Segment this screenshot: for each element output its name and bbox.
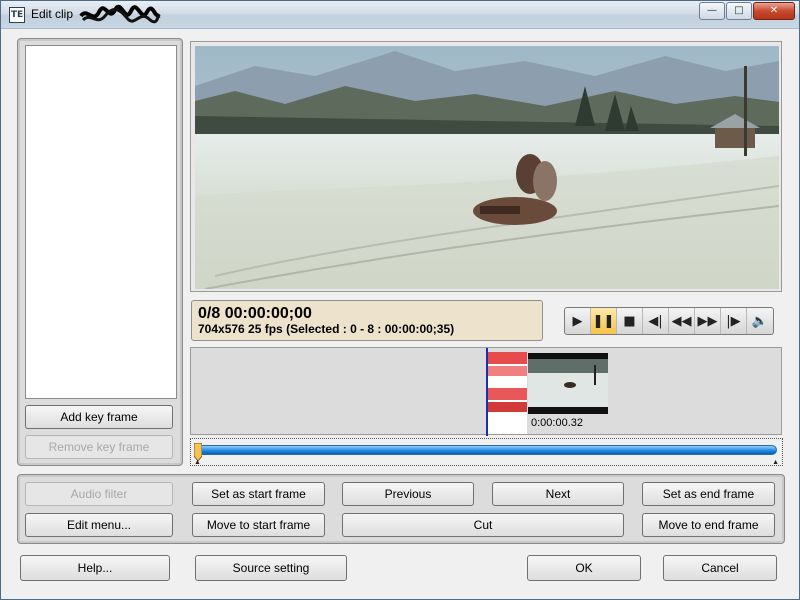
frame-position-timecode: 0/8 00:00:00;00 — [198, 305, 312, 322]
redacted-scribble-icon — [79, 4, 161, 24]
audio-filter-button: Audio filter — [25, 482, 173, 506]
edit-buttons-panel: Audio filter Edit menu... Set as start f… — [17, 474, 785, 544]
set-as-start-frame-button[interactable]: Set as start frame — [192, 482, 325, 506]
close-button[interactable]: ✕ — [753, 2, 795, 20]
cancel-button[interactable]: Cancel — [663, 555, 777, 581]
clip-start-thumbnail — [487, 352, 527, 434]
clip-timeline[interactable]: 0:00:00.32 — [190, 347, 782, 436]
scrubber-track[interactable] — [197, 445, 777, 455]
previous-frame-icon[interactable]: ◀| — [643, 308, 669, 334]
frame-info-box: 0/8 00:00:00;00 704x576 25 fps (Selected… — [191, 300, 543, 341]
clip-duration-label: 0:00:00.32 — [531, 417, 583, 429]
volume-icon[interactable]: 🔈 — [747, 308, 773, 334]
set-as-end-frame-button[interactable]: Set as end frame — [642, 482, 775, 506]
edit-menu-button[interactable]: Edit menu... — [25, 513, 173, 537]
timeline-playhead[interactable] — [486, 348, 488, 436]
keyframe-list[interactable] — [25, 45, 177, 399]
edit-clip-window: TE Edit clip — □ ✕ Add key frame Remove … — [0, 0, 800, 600]
remove-key-frame-button: Remove key frame — [25, 435, 173, 459]
video-frame-image — [195, 46, 779, 289]
pause-icon[interactable]: ❚❚ — [591, 308, 617, 334]
move-to-start-frame-button[interactable]: Move to start frame — [192, 513, 325, 537]
previous-button[interactable]: Previous — [342, 482, 474, 506]
move-to-end-frame-button[interactable]: Move to end frame — [642, 513, 775, 537]
transport-controls: ▶ ❚❚ ■ ◀| ◀◀ ▶▶ |▶ 🔈 — [564, 307, 774, 335]
next-button[interactable]: Next — [492, 482, 624, 506]
help-button[interactable]: Help... — [20, 555, 170, 581]
next-frame-icon[interactable]: |▶ — [721, 308, 747, 334]
video-format-selection: 704x576 25 fps (Selected : 0 - 8 : 00:00… — [198, 322, 455, 336]
keyframe-panel: Add key frame Remove key frame — [17, 38, 183, 466]
play-icon[interactable]: ▶ — [565, 308, 591, 334]
rewind-icon[interactable]: ◀◀ — [669, 308, 695, 334]
window-title: Edit clip — [31, 7, 74, 21]
scrubber-end-marker-icon: ▲ — [772, 459, 779, 466]
maximize-button[interactable]: □ — [726, 2, 752, 20]
stop-icon[interactable]: ■ — [617, 308, 643, 334]
title-bar[interactable]: TE Edit clip — □ ✕ — [1, 1, 799, 29]
source-setting-button[interactable]: Source setting — [195, 555, 347, 581]
position-scrubber[interactable]: ▲ ▲ — [190, 438, 783, 466]
minimize-button[interactable]: — — [699, 2, 725, 20]
app-icon: TE — [9, 7, 25, 23]
video-preview[interactable] — [190, 41, 782, 292]
fast-forward-icon[interactable]: ▶▶ — [695, 308, 721, 334]
cut-button[interactable]: Cut — [342, 513, 624, 537]
add-key-frame-button[interactable]: Add key frame — [25, 405, 173, 429]
ok-button[interactable]: OK — [527, 555, 641, 581]
clip-thumbnail[interactable] — [528, 353, 608, 414]
scrubber-start-marker-icon: ▲ — [194, 459, 201, 466]
